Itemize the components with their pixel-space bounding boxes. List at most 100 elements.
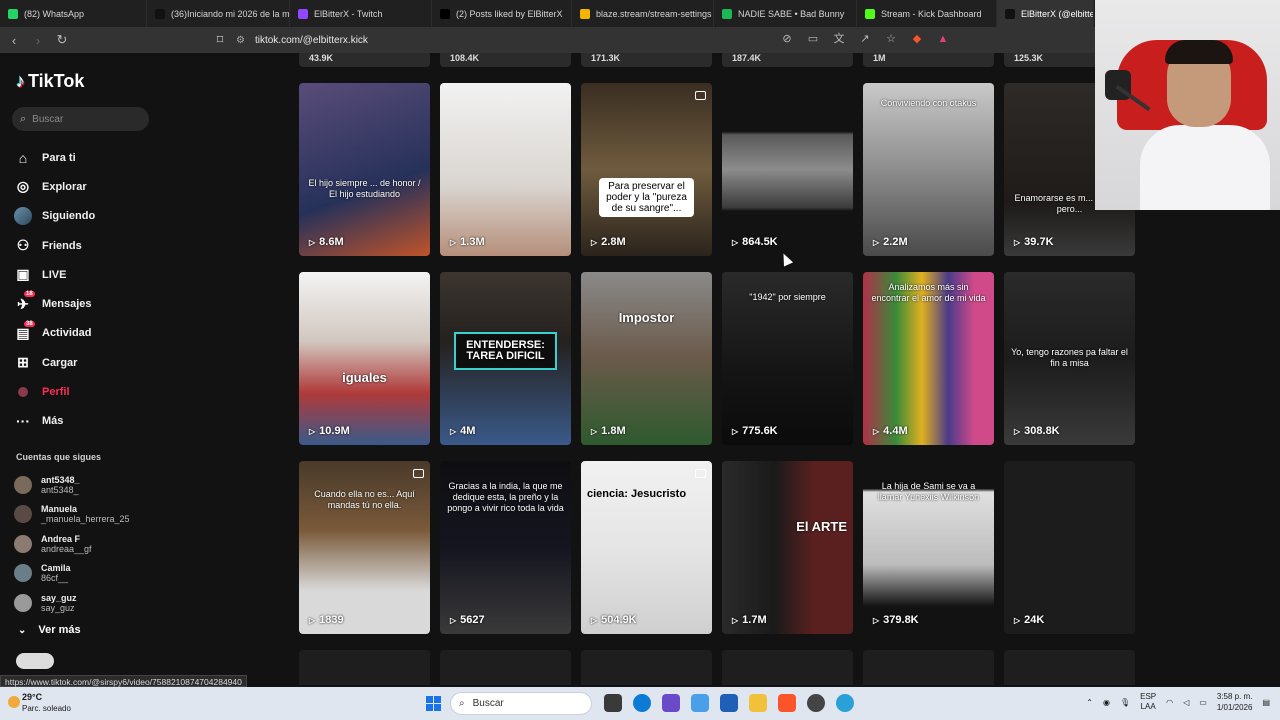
- battery-icon[interactable]: ▭: [1199, 698, 1207, 707]
- chevron-up-icon[interactable]: ⌃: [1086, 698, 1093, 707]
- video-card-partial[interactable]: [863, 650, 994, 685]
- task-view-icon[interactable]: [604, 694, 622, 712]
- browser-toolbar: ‹ › ↻ ⌑ ⚙ tiktok.com/@elbitterx.kick ⊘ ▭…: [0, 27, 1100, 53]
- video-card-partial[interactable]: 171.3K: [581, 53, 712, 67]
- notification-icon[interactable]: ▤: [1262, 698, 1270, 707]
- back-icon[interactable]: ‹: [4, 30, 24, 50]
- video-card-partial[interactable]: 43.9K: [299, 53, 430, 67]
- mute-icon[interactable]: ⊘: [780, 32, 794, 46]
- video-card[interactable]: ▷ 1.3M: [440, 83, 571, 256]
- brave-shield-icon[interactable]: ◆: [910, 32, 924, 46]
- nav-item-actividad[interactable]: ▤ 38 Actividad: [14, 319, 154, 348]
- video-card-partial[interactable]: 187.4K: [722, 53, 853, 67]
- nav-item-más[interactable]: ··· Más: [14, 407, 154, 436]
- store-icon[interactable]: [720, 694, 738, 712]
- floating-toggle[interactable]: [16, 653, 54, 669]
- search-input[interactable]: ⌕ Buscar: [12, 107, 149, 131]
- following-item[interactable]: Andrea Fandreaa__gf: [14, 529, 154, 559]
- multi-photo-icon: [695, 469, 706, 478]
- volume-icon[interactable]: ◁: [1183, 698, 1189, 707]
- video-card[interactable]: ▷ 24K: [1004, 461, 1135, 634]
- share-icon[interactable]: ↗: [858, 32, 872, 46]
- play-icon: ▷: [732, 615, 739, 625]
- browser-tab[interactable]: ElBitterX - Twitch: [290, 0, 432, 27]
- video-caption: "1942" por siempre: [749, 292, 826, 302]
- following-item[interactable]: Camila 86cf__: [14, 559, 154, 589]
- browser-tab[interactable]: (2) Posts liked by ElBitterX: [432, 0, 572, 27]
- view-count: 1.8M: [601, 425, 626, 437]
- video-card[interactable]: La hija de Sami se va a llamar Yunexiis …: [863, 461, 994, 634]
- video-card[interactable]: Gracias a la india, la que me dedique es…: [440, 461, 571, 634]
- nav-item-live[interactable]: ▣ LIVE: [14, 260, 154, 289]
- nav-item-perfil[interactable]: Perfil: [14, 377, 154, 406]
- taskbar-search[interactable]: ⌕ Buscar: [450, 692, 592, 715]
- nav-item-friends[interactable]: ⚇ Friends: [14, 231, 154, 260]
- view-count: 8.6M: [319, 236, 344, 248]
- site-settings-icon[interactable]: ⚙: [236, 35, 245, 46]
- video-card[interactable]: "1942" por siempre ▷ 775.6K: [722, 272, 853, 445]
- following-item[interactable]: say_guz say_guz: [14, 588, 154, 618]
- video-card-partial[interactable]: 108.4K: [440, 53, 571, 67]
- tiktok-logo[interactable]: ♪ TikTok: [16, 71, 84, 92]
- see-more-button[interactable]: ⌄ Ver más: [18, 624, 81, 636]
- video-card-partial[interactable]: [299, 650, 430, 685]
- brave-icon[interactable]: [778, 694, 796, 712]
- nav-item-explorar[interactable]: ◎ Explorar: [14, 172, 154, 201]
- video-card[interactable]: ciencia: Jesucristo ▷ 504.9K: [581, 461, 712, 634]
- video-card[interactable]: Impostor ▷ 1.8M: [581, 272, 712, 445]
- translate-icon[interactable]: 文: [832, 32, 846, 46]
- language-indicator[interactable]: ESP LAA: [1140, 692, 1156, 712]
- bookmark-icon[interactable]: ⌑: [210, 30, 230, 50]
- video-card-partial[interactable]: [722, 650, 853, 685]
- video-card[interactable]: Para preservar el poder y la "pureza de …: [581, 83, 712, 256]
- browser-tab[interactable]: Stream - Kick Dashboard: [857, 0, 997, 27]
- video-card-partial[interactable]: [581, 650, 712, 685]
- avatar: [14, 475, 32, 494]
- play-icon: ▷: [1014, 615, 1021, 625]
- file-explorer-icon[interactable]: [749, 694, 767, 712]
- edge-icon[interactable]: [633, 694, 651, 712]
- video-card[interactable]: Conviviendo con otakus ▷ 2.2M: [863, 83, 994, 256]
- nav-item-siguiendo[interactable]: Siguiendo: [14, 202, 154, 231]
- video-card[interactable]: ENTENDERSE: TAREA DIFICIL ▷ 4M: [440, 272, 571, 445]
- play-icon: ▷: [591, 615, 598, 625]
- browser-tab[interactable]: (82) WhatsApp: [0, 0, 147, 27]
- video-card[interactable]: iguales ▷ 10.9M: [299, 272, 430, 445]
- following-username: 86cf__: [41, 573, 69, 584]
- app-icon[interactable]: [836, 694, 854, 712]
- mic-tray-icon[interactable]: 🎙: [1120, 698, 1130, 707]
- rewards-icon[interactable]: ▲: [936, 32, 950, 46]
- weather-widget[interactable]: 29°C Parc. soleado: [22, 692, 71, 714]
- video-card[interactable]: Analizamos más sin encontrar el amor de …: [863, 272, 994, 445]
- video-card-partial[interactable]: 1M: [863, 53, 994, 67]
- video-card-partial[interactable]: [1004, 650, 1135, 685]
- browser-tab[interactable]: NADIE SABE • Bad Bunny: [714, 0, 857, 27]
- windows-start-icon[interactable]: [426, 696, 441, 711]
- forward-icon[interactable]: ›: [28, 30, 48, 50]
- network-app-icon[interactable]: ◉: [1103, 698, 1110, 707]
- wifi-icon[interactable]: ◠: [1166, 698, 1173, 707]
- obs-icon[interactable]: [807, 694, 825, 712]
- clock[interactable]: 3:58 p. m. 1/01/2026: [1217, 691, 1253, 713]
- star-icon[interactable]: ☆: [884, 32, 898, 46]
- nav-label: LIVE: [42, 268, 67, 281]
- following-item[interactable]: ant5348_ ant5348_: [14, 470, 154, 500]
- video-card[interactable]: Yo, tengo razones pa faltar el fin a mis…: [1004, 272, 1135, 445]
- copilot-icon[interactable]: [691, 694, 709, 712]
- following-item[interactable]: Manuela _manuela_herrera_25: [14, 500, 154, 530]
- snipping-tool-icon[interactable]: [662, 694, 680, 712]
- reload-icon[interactable]: ↻: [52, 30, 72, 50]
- cast-icon[interactable]: ▭: [806, 32, 820, 46]
- video-card[interactable]: ▷ 864.5K: [722, 83, 853, 256]
- nav-item-cargar[interactable]: ⊞ Cargar: [14, 348, 154, 377]
- taskbar-search-label: Buscar: [472, 698, 504, 709]
- browser-tab[interactable]: (36)Iniciando mi 2026 de la m...: [147, 0, 290, 27]
- browser-tab[interactable]: ElBitterX (@elbitterx: [997, 0, 1094, 27]
- browser-tab[interactable]: blaze.stream/stream-settings: [572, 0, 714, 27]
- nav-item-mensajes[interactable]: ✈ 18 Mensajes: [14, 289, 154, 318]
- video-card-partial[interactable]: [440, 650, 571, 685]
- nav-item-para-ti[interactable]: ⌂ Para ti: [14, 143, 154, 172]
- video-card[interactable]: El hijo siempre ... de honor / El hijo e…: [299, 83, 430, 256]
- video-card[interactable]: El ARTE ▷ 1.7M: [722, 461, 853, 634]
- video-card[interactable]: Cuando ella no es... Aquí mandas tú no e…: [299, 461, 430, 634]
